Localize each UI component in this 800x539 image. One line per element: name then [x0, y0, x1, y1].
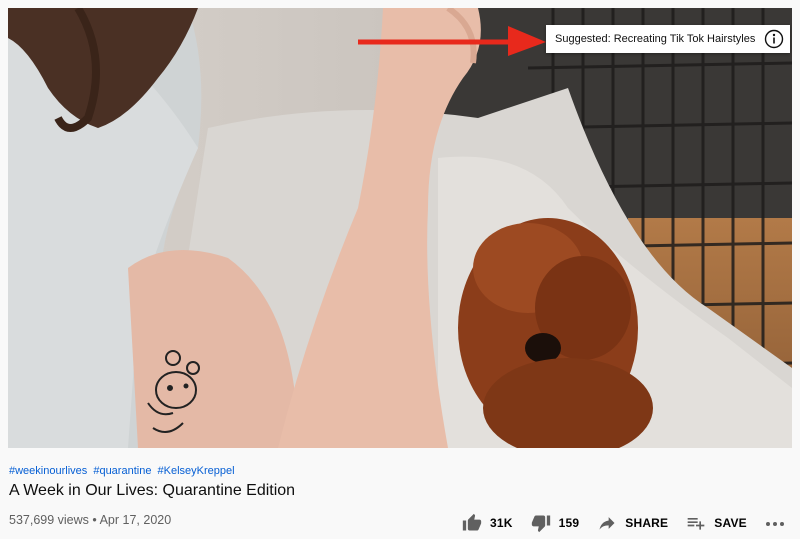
thumbs-down-icon	[531, 513, 551, 533]
suggested-video-card[interactable]: Suggested: Recreating Tik Tok Hairstyles	[546, 25, 790, 53]
more-horizontal-icon[interactable]	[764, 514, 786, 532]
add-to-playlist-icon	[686, 513, 706, 533]
hashtag-link[interactable]: #KelseyKreppel	[158, 465, 235, 477]
hashtag-link[interactable]: #weekinourlives	[9, 465, 87, 477]
like-button[interactable]: 31K	[462, 513, 513, 533]
video-title: A Week in Our Lives: Quarantine Edition	[9, 482, 296, 499]
thumbs-up-icon	[462, 513, 482, 533]
dislike-button[interactable]: 159	[531, 513, 580, 533]
video-frame	[8, 8, 792, 448]
upload-date: Apr 17, 2020	[99, 513, 172, 527]
share-label: SHARE	[625, 516, 669, 530]
save-button[interactable]: SAVE	[686, 513, 747, 533]
save-label: SAVE	[714, 516, 747, 530]
dislike-count: 159	[558, 516, 580, 530]
video-meta: 537,699 views • Apr 17, 2020	[9, 513, 171, 527]
view-count: 537,699 views	[9, 513, 89, 527]
like-count: 31K	[490, 516, 513, 530]
meta-separator: •	[92, 513, 97, 527]
suggested-video-label: Suggested: Recreating Tik Tok Hairstyles	[555, 33, 756, 45]
red-arrow-icon	[358, 26, 546, 56]
share-button[interactable]: SHARE	[597, 513, 668, 533]
hashtag-link[interactable]: #quarantine	[93, 465, 151, 477]
share-arrow-icon	[597, 513, 617, 533]
video-actions: 31K 159 SHARE SAVE	[462, 512, 765, 534]
hashtag-list: #weekinourlives #quarantine #KelseyKrepp…	[9, 465, 238, 477]
video-player[interactable]: Suggested: Recreating Tik Tok Hairstyles	[8, 8, 792, 448]
info-icon[interactable]	[764, 29, 784, 49]
